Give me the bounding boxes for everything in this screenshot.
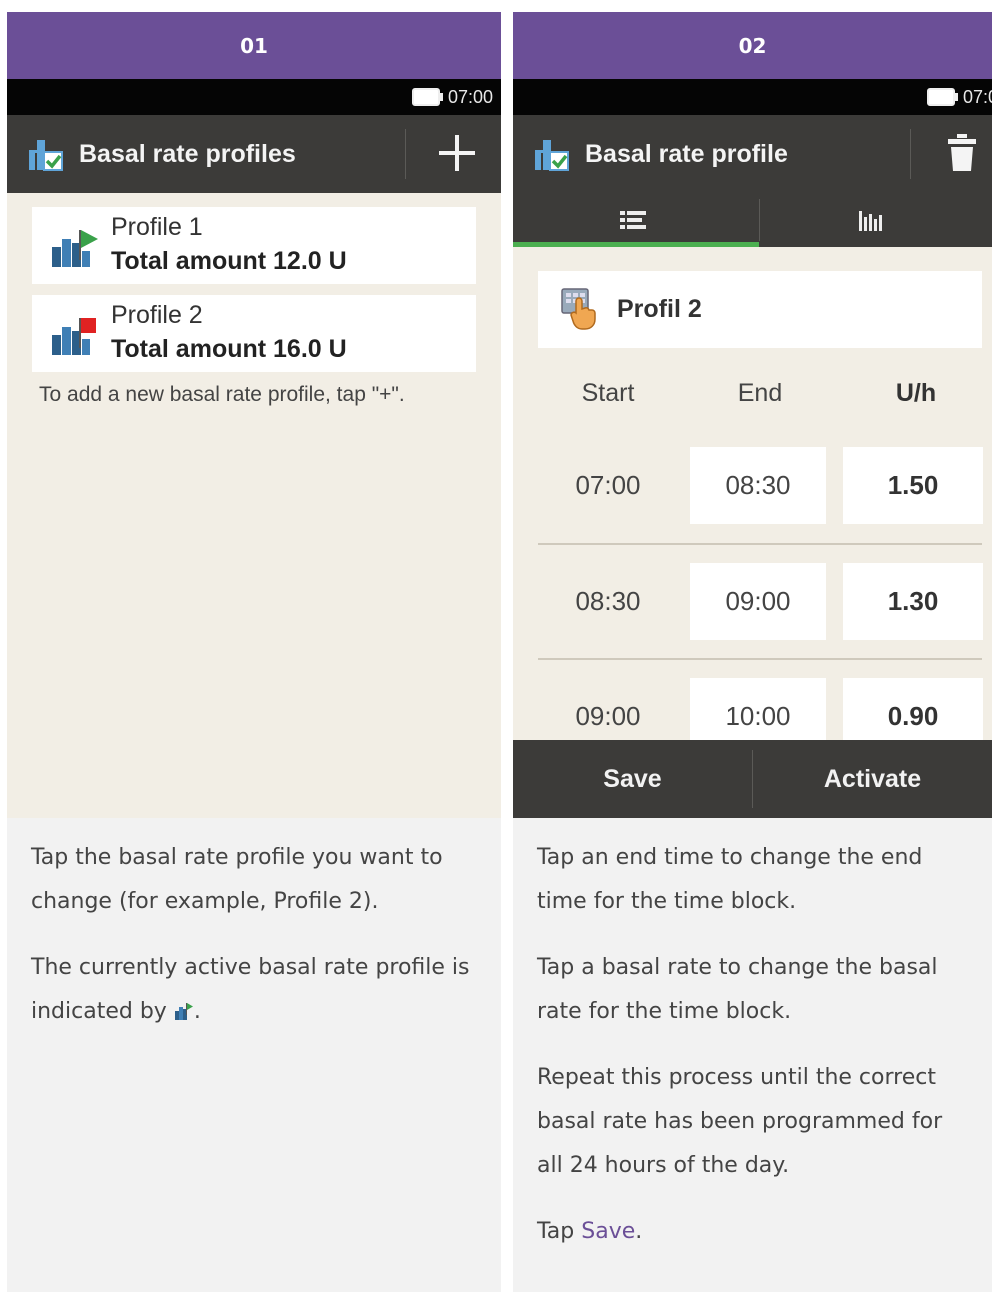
add-profile-button[interactable] [435,131,479,175]
column-header-end: End [737,379,783,407]
profile-name-card[interactable]: Profil 2 [538,271,982,348]
clock: 07:00 [962,86,992,107]
column-header-rate: U/h [895,379,937,407]
delete-profile-button[interactable] [940,131,984,175]
instruction-text: Tap an end time to change the end time f… [537,845,923,914]
step-description: Tap the basal rate profile you want to c… [7,818,501,1034]
list-icon [619,211,646,229]
activate-button[interactable]: Activate [753,740,992,818]
active-profile-icon [174,1003,193,1020]
instruction-text: Tap the basal rate profile you want to c… [31,845,443,914]
instruction-text: Tap a basal rate to change the basal rat… [537,955,938,1024]
step-panel-2: 02 07:00 Basal rate profile [513,12,992,1292]
edit-name-icon [561,288,596,330]
instruction-text: The currently active basal rate profile … [31,946,477,1034]
view-tabs [513,193,992,247]
appbar-divider [910,129,911,179]
tab-list-view[interactable] [513,193,753,247]
bar-chart-icon [859,211,883,231]
add-profile-hint: To add a new basal rate profile, tap "+"… [39,383,405,406]
basal-rate-field[interactable]: 1.50 [843,447,983,524]
screen-title: Basal rate profile [585,139,788,168]
instruction-text-part: Tap [537,1219,575,1244]
tab-divider [759,199,760,241]
start-time-cell: 08:30 [575,586,641,616]
end-time-field[interactable]: 08:30 [690,447,826,524]
save-button[interactable]: Save [513,740,752,818]
profile-card-1[interactable]: Profile 1 Total amount 12.0 U [32,207,476,284]
profile-total: Total amount 16.0 U [111,335,347,363]
end-time-field[interactable]: 09:00 [690,563,826,640]
instruction-text-part: The currently active basal rate profile … [31,955,470,1024]
basal-rate-field[interactable]: 1.30 [843,563,983,640]
profile-name: Profile 2 [111,301,203,329]
profile-name: Profil 2 [617,295,702,323]
tab-chart-view[interactable] [753,193,992,247]
step-panel-1: 01 07:00 Basal rate profiles Profile 1 T… [7,12,501,1292]
plus-icon [439,135,475,171]
device-screen: 07:00 Basal rate profiles Profile 1 Tota… [7,79,501,818]
basal-profiles-icon [29,140,63,171]
profile-total: Total amount 12.0 U [111,247,347,275]
save-link[interactable]: Save [581,1219,635,1244]
row-divider [538,658,982,660]
basal-profiles-icon [535,140,569,171]
bottom-action-bar: Save Activate [513,740,992,818]
app-bar: Basal rate profiles [7,115,501,193]
row-divider [538,543,982,545]
app-bar: Basal rate profile [513,115,992,193]
battery-icon [411,88,443,106]
status-bar: 07:00 [513,79,992,115]
start-time-cell: 07:00 [575,470,641,500]
instruction-text: Tap Save. [537,1210,968,1254]
instruction-text: Repeat this process until the correct ba… [537,1065,943,1178]
step-number: 01 [7,12,501,79]
status-bar: 07:00 [7,79,501,115]
column-header-start: Start [581,379,635,407]
step-number: 02 [513,12,992,79]
battery-icon [926,88,958,106]
instruction-text-part: . [635,1219,643,1244]
appbar-divider [405,129,406,179]
clock: 07:00 [447,86,493,107]
device-screen: 07:00 Basal rate profile [513,79,992,818]
active-profile-icon [52,230,98,267]
profile-icon [52,318,96,355]
instruction-text-part: . [193,999,201,1024]
screen-title: Basal rate profiles [79,139,296,168]
trash-icon [948,134,976,171]
profile-name: Profile 1 [111,213,203,241]
active-tab-indicator [513,242,759,247]
profile-card-2[interactable]: Profile 2 Total amount 16.0 U [32,295,476,372]
step-description: Tap an end time to change the end time f… [513,818,992,1254]
